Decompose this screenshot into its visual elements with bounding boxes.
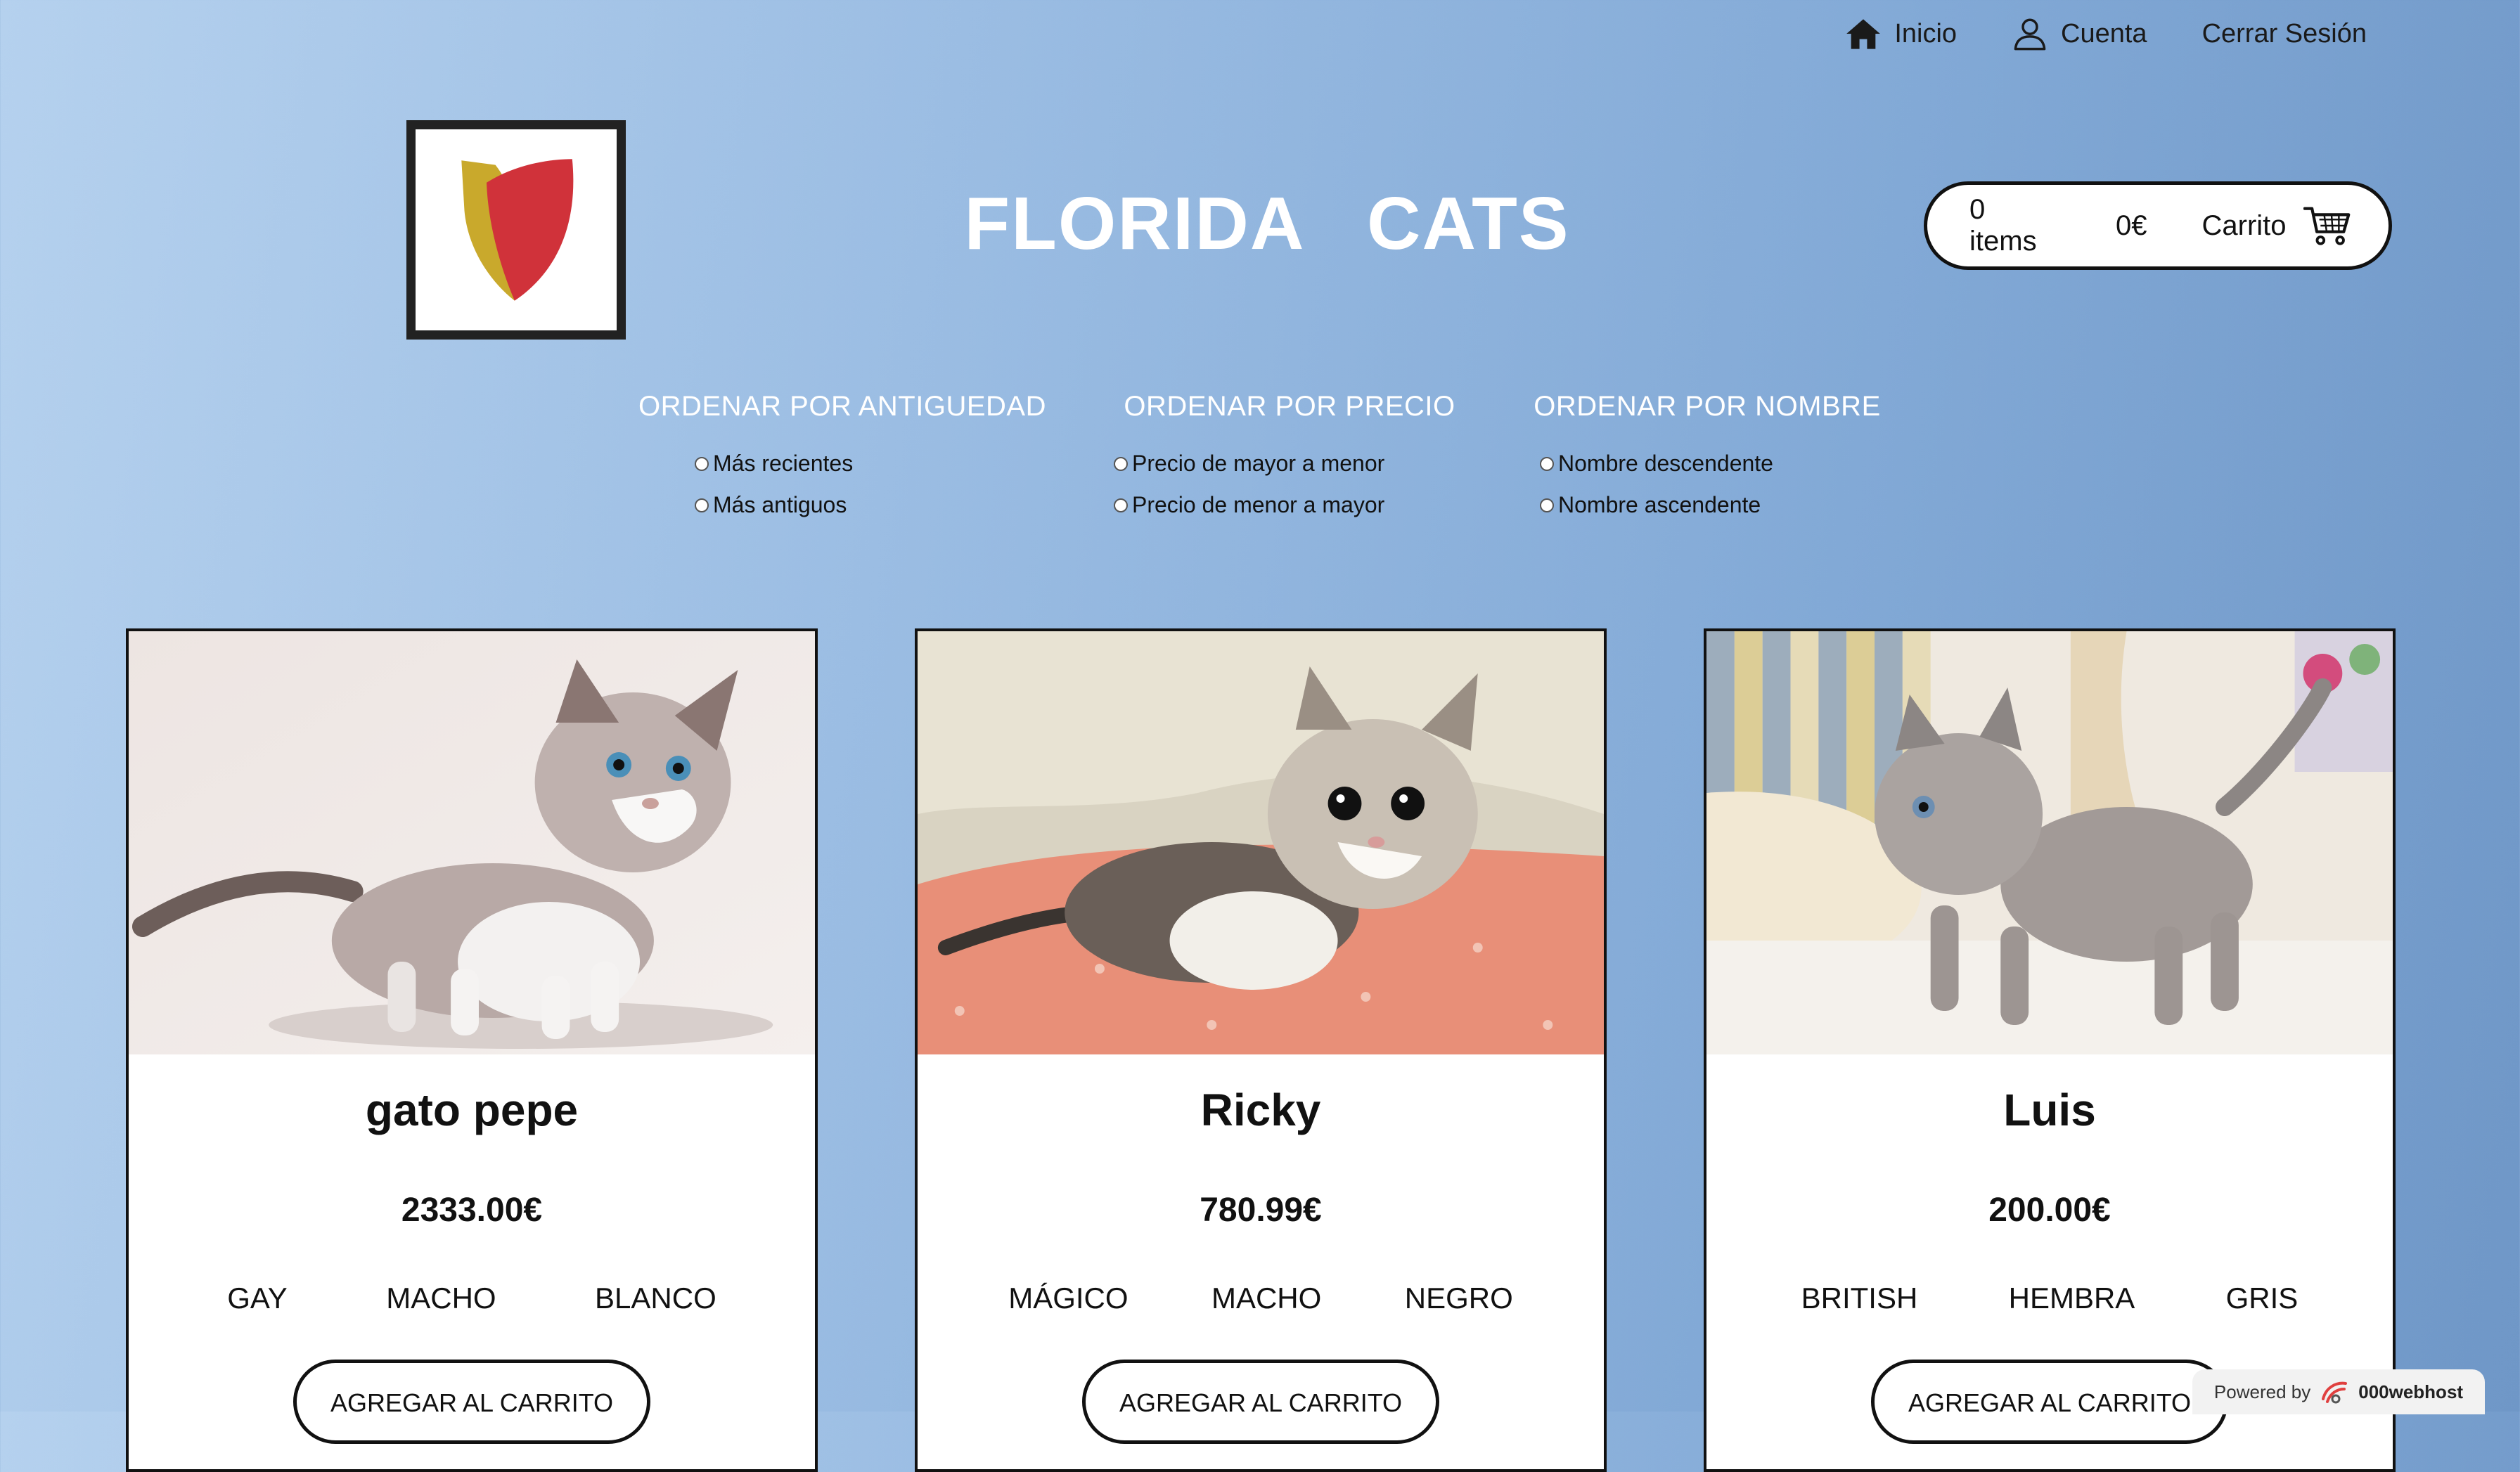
sort-price-desc-radio[interactable]: Precio de mayor a menor	[1114, 451, 1384, 477]
cat-photo-image	[1706, 631, 2393, 1054]
cat-tag-color: BLANCO	[595, 1281, 716, 1315]
sort-by-age-title: ORDENAR POR ANTIGUEDAD	[638, 391, 1046, 422]
cat-tag-breed: MÁGICO	[1008, 1281, 1129, 1315]
radio-icon[interactable]	[695, 498, 709, 512]
cat-price: 200.00€	[1988, 1192, 2111, 1229]
radio-icon[interactable]	[1540, 456, 1554, 471]
radio-icon[interactable]	[695, 456, 709, 471]
nav-account[interactable]: Cuenta	[2012, 15, 2147, 52]
cart-total: 0€	[2115, 209, 2147, 241]
product-card: Luis 200.00€ BRITISH HEMBRA GRIS AGREGAR…	[1704, 628, 2396, 1472]
cat-name: Ricky	[1200, 1085, 1321, 1135]
add-to-cart-button[interactable]: AGREGAR AL CARRITO	[293, 1360, 650, 1444]
cart-icon	[2303, 207, 2350, 245]
sort-oldest-radio[interactable]: Más antiguos	[695, 492, 847, 518]
cat-name: gato pepe	[365, 1085, 579, 1135]
powered-by-label: Powered by	[2213, 1381, 2311, 1402]
nav-logout-label: Cerrar Sesión	[2201, 18, 2367, 49]
add-to-cart-button[interactable]: AGREGAR AL CARRITO	[1871, 1360, 2228, 1444]
cat-price: 780.99€	[1200, 1192, 1322, 1229]
cat-photo	[918, 631, 1604, 1054]
sort-option-label: Nombre descendente	[1558, 451, 1773, 476]
sort-by-price-title: ORDENAR POR PRECIO	[1124, 391, 1455, 422]
powered-by-badge[interactable]: Powered by 000webhost	[2192, 1369, 2485, 1414]
add-to-cart-button[interactable]: AGREGAR AL CARRITO	[1082, 1360, 1439, 1444]
user-icon	[2014, 18, 2046, 51]
nav-logout[interactable]: Cerrar Sesión	[2202, 19, 2367, 49]
cat-photo	[129, 631, 815, 1054]
radio-icon[interactable]	[1540, 498, 1554, 512]
sort-by-name-title: ORDENAR POR NOMBRE	[1534, 391, 1881, 422]
cat-photo-image	[129, 631, 815, 1054]
sort-name-desc-radio[interactable]: Nombre descendente	[1540, 451, 1773, 477]
radio-icon[interactable]	[1114, 456, 1128, 471]
cart-label: Carrito	[2201, 209, 2287, 241]
cat-tag-breed: GAY	[227, 1281, 288, 1315]
sort-by-age: ORDENAR POR ANTIGUEDAD Más recientes Más…	[624, 391, 1060, 518]
home-icon	[1846, 19, 1881, 49]
sort-option-label: Precio de menor a mayor	[1132, 492, 1385, 517]
nav-account-label: Cuenta	[2061, 18, 2147, 49]
sort-option-label: Más antiguos	[713, 492, 847, 517]
cat-tag-sex: MACHO	[386, 1281, 496, 1315]
cat-photo	[1706, 631, 2393, 1054]
sort-price-asc-radio[interactable]: Precio de menor a mayor	[1114, 492, 1384, 518]
webhost-logo-icon	[2322, 1381, 2348, 1404]
nav-home-label: Inicio	[1894, 18, 1958, 49]
cart-items-count: 0 items	[1969, 194, 2037, 257]
cat-tag-sex: MACHO	[1211, 1281, 1322, 1315]
webhost-brand: 000webhost	[2358, 1381, 2464, 1402]
cat-tag-breed: BRITISH	[1801, 1281, 1918, 1315]
product-card: gato pepe 2333.00€ GAY MACHO BLANCO AGRE…	[126, 628, 818, 1472]
cat-photo-image	[918, 631, 1604, 1054]
sort-by-name: ORDENAR POR NOMBRE Nombre descendente No…	[1489, 391, 1925, 518]
nav-home[interactable]: Inicio	[1845, 15, 1957, 52]
product-card: Ricky 780.99€ MÁGICO MACHO NEGRO AGREGAR…	[915, 628, 1607, 1472]
cart-summary[interactable]: 0 items 0€ Carrito	[1924, 181, 2392, 270]
cat-tag-color: GRIS	[2225, 1281, 2299, 1315]
sort-newest-radio[interactable]: Más recientes	[695, 451, 853, 477]
top-nav: Inicio Cuenta Cerrar Sesión	[1845, 15, 2367, 52]
cat-tag-sex: HEMBRA	[2008, 1281, 2135, 1315]
sort-option-label: Nombre ascendente	[1558, 492, 1761, 517]
radio-icon[interactable]	[1114, 498, 1128, 512]
cat-tag-color: NEGRO	[1404, 1281, 1513, 1315]
sort-name-asc-radio[interactable]: Nombre ascendente	[1540, 492, 1761, 518]
cat-name: Luis	[2003, 1085, 2096, 1135]
sort-option-label: Precio de mayor a menor	[1132, 451, 1385, 476]
sort-option-label: Más recientes	[713, 451, 854, 476]
cat-price: 2333.00€	[401, 1192, 543, 1229]
